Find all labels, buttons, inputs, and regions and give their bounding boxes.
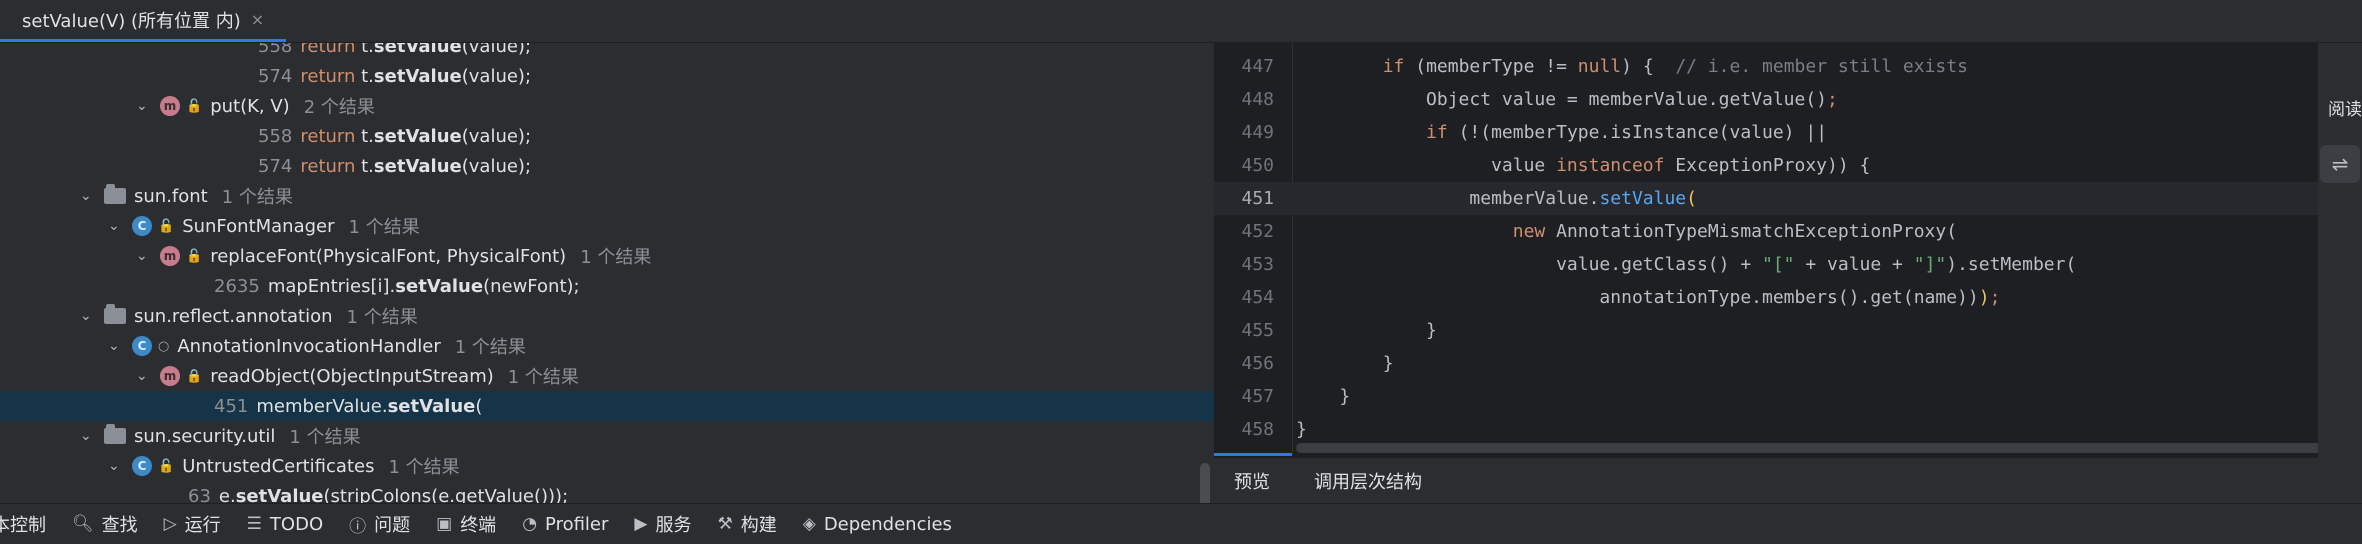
private-lock-icon: 🔒 — [186, 368, 203, 384]
package-icon — [104, 304, 126, 324]
tree-row-method[interactable]: ⌄ m 🔓 put(K, V) 2 个结果 — [0, 91, 1214, 121]
tree-row-code[interactable]: 558 return t. setValue (value); — [0, 43, 1214, 61]
tree-row-package[interactable]: ⌄ sun.security.util 1 个结果 — [0, 421, 1214, 451]
chevron-down-icon[interactable]: ⌄ — [80, 429, 94, 443]
method-icon: m — [160, 96, 180, 116]
horizontal-scrollbar[interactable] — [1296, 443, 2358, 453]
preview-panel: 447 if (memberType != null) { // i.e. me… — [1214, 43, 2362, 503]
chevron-down-icon[interactable]: ⌄ — [80, 189, 94, 203]
code-line[interactable]: 453 value.getClass() + "[" + value + "]"… — [1214, 248, 2362, 281]
reader-mode-label[interactable]: 阅读 — [2328, 95, 2362, 120]
package-private-icon: ○ — [158, 338, 170, 354]
chevron-down-icon[interactable]: ⌄ — [136, 249, 150, 263]
method-icon: m — [160, 366, 180, 386]
package-icon — [104, 424, 126, 444]
code-line[interactable]: 448 Object value = memberValue.getValue(… — [1214, 83, 2362, 116]
tree-row-code[interactable]: 63 e. setValue (stripColons(e.getValue()… — [0, 481, 1214, 506]
right-side-strip: 阅读 ⇌ — [2318, 43, 2362, 503]
code-line[interactable]: 456 } — [1214, 347, 2362, 380]
close-icon[interactable]: × — [251, 10, 264, 29]
chevron-down-icon[interactable]: ⌄ — [136, 369, 150, 383]
class-icon: C — [132, 216, 152, 236]
layers-icon: ◈ — [802, 514, 816, 534]
soft-wrap-icon[interactable]: ⇌ — [2320, 145, 2360, 183]
tree-row-code[interactable]: 574 return t. setValue (value); — [0, 151, 1214, 181]
tool-terminal[interactable]: ▣ 终端 — [436, 511, 496, 537]
code-line[interactable]: 450 value instanceof ExceptionProxy)) { — [1214, 149, 2362, 182]
tool-services[interactable]: ▶ 服务 — [634, 511, 691, 537]
info-icon: ⓘ — [349, 516, 367, 537]
tree-row-code[interactable]: 574 return t. setValue (value); — [0, 61, 1214, 91]
preview-tabs: 预览 调用层次结构 — [1214, 458, 2362, 503]
chevron-down-icon[interactable]: ⌄ — [108, 459, 122, 473]
chevron-down-icon[interactable]: ⌄ — [108, 219, 122, 233]
tree-row-class[interactable]: ⌄ C 🔓 SunFontManager 1 个结果 — [0, 211, 1214, 241]
profiler-icon: ◔ — [522, 514, 538, 534]
play-icon: ▷ — [163, 514, 177, 534]
tab-preview[interactable]: 预览 — [1234, 468, 1270, 494]
public-lock-icon: 🔓 — [186, 248, 203, 264]
tab-call-hierarchy[interactable]: 调用层次结构 — [1314, 468, 1422, 494]
public-lock-icon: 🔓 — [158, 458, 175, 474]
find-results-tab[interactable]: setValue(V) (所有位置 内) × — [0, 0, 287, 42]
tool-build[interactable]: ⚒ 构建 — [717, 511, 776, 537]
tool-profiler[interactable]: ◔ Profiler — [522, 514, 608, 535]
terminal-icon: ▣ — [436, 514, 453, 534]
search-icon: 🔍︎ — [72, 514, 94, 534]
tree-row-code[interactable]: 2635 mapEntries[i]. setValue (newFont); — [0, 271, 1214, 301]
tree-row-method[interactable]: ⌄ m 🔓 replaceFont(PhysicalFont, Physical… — [0, 241, 1214, 271]
code-line[interactable]: 455 } — [1214, 314, 2362, 347]
tree-row-code-selected[interactable]: 451 memberValue. setValue ( — [0, 391, 1214, 421]
tree-row-class[interactable]: ⌄ C ○ AnnotationInvocationHandler 1 个结果 — [0, 331, 1214, 361]
chevron-down-icon[interactable]: ⌄ — [80, 309, 94, 323]
tree-row-class[interactable]: ⌄ C 🔓 UntrustedCertificates 1 个结果 — [0, 451, 1214, 481]
package-icon — [104, 184, 126, 204]
services-icon: ▶ — [634, 514, 648, 534]
tree-row-package[interactable]: ⌄ sun.reflect.annotation 1 个结果 — [0, 301, 1214, 331]
find-results-tree[interactable]: 558 return t. setValue (value); 574 retu… — [0, 43, 1214, 505]
class-icon: C — [132, 336, 152, 356]
code-line[interactable]: 452 new AnnotationTypeMismatchExceptionP… — [1214, 215, 2362, 248]
tool-run[interactable]: ▷ 运行 — [164, 511, 221, 537]
tree-row-method[interactable]: ⌄ m 🔒 readObject(ObjectInputStream) 1 个结… — [0, 361, 1214, 391]
chevron-down-icon[interactable]: ⌄ — [136, 99, 150, 113]
scroll-indicator — [1214, 453, 1292, 456]
tool-dependencies[interactable]: ◈ Dependencies — [803, 514, 952, 535]
code-line[interactable]: 454 annotationType.members().get(name)))… — [1214, 281, 2362, 314]
class-icon: C — [132, 456, 152, 476]
tool-find[interactable]: 🔍︎ 查找 — [72, 511, 138, 537]
hammer-icon: ⚒ — [717, 514, 733, 534]
list-icon: ☰ — [246, 514, 262, 534]
public-lock-icon: 🔓 — [158, 218, 175, 234]
code-line-current[interactable]: 451 memberValue.setValue( — [1214, 182, 2362, 215]
tree-scrollbar[interactable] — [1200, 463, 1210, 505]
tab-title: setValue(V) (所有位置 内) — [22, 10, 241, 32]
code-line[interactable]: 449 if (!(memberType.isInstance(value) |… — [1214, 116, 2362, 149]
tool-todo[interactable]: ☰ TODO — [247, 514, 323, 535]
code-line[interactable]: 457 } — [1214, 380, 2362, 413]
tree-row-package[interactable]: ⌄ sun.font 1 个结果 — [0, 181, 1214, 211]
public-lock-icon: 🔓 — [186, 98, 203, 114]
tree-row-code[interactable]: 558 return t. setValue (value); — [0, 121, 1214, 151]
tool-window-bar: 本控制 🔍︎ 查找 ▷ 运行 ☰ TODO ⓘ 问题 ▣ 终端 ◔ Profil… — [0, 503, 2362, 544]
chevron-down-icon[interactable]: ⌄ — [108, 339, 122, 353]
method-icon: m — [160, 246, 180, 266]
tool-vcs[interactable]: 本控制 — [0, 511, 46, 537]
code-line[interactable]: 447 if (memberType != null) { // i.e. me… — [1214, 50, 2362, 83]
find-tab-bar: setValue(V) (所有位置 内) × — [0, 0, 2362, 43]
tool-problems[interactable]: ⓘ 问题 — [349, 511, 410, 537]
code-line[interactable]: 458 } — [1214, 413, 2362, 446]
